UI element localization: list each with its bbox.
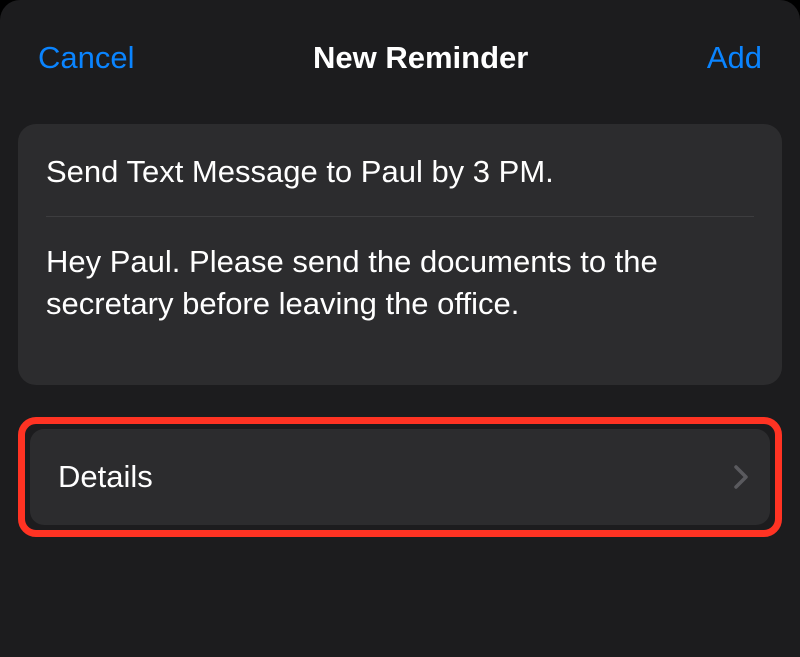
details-label: Details [58, 459, 153, 495]
chevron-right-icon [734, 465, 748, 489]
reminder-title-input[interactable]: Send Text Message to Paul by 3 PM. [46, 152, 754, 216]
new-reminder-sheet: Cancel New Reminder Add Send Text Messag… [0, 0, 800, 657]
nav-bar: Cancel New Reminder Add [0, 6, 800, 100]
details-highlight: Details [18, 417, 782, 537]
page-title: New Reminder [313, 40, 528, 76]
reminder-notes-input[interactable]: Hey Paul. Please send the documents to t… [46, 217, 754, 325]
details-row[interactable]: Details [30, 429, 770, 525]
add-button[interactable]: Add [707, 40, 762, 76]
reminder-card: Send Text Message to Paul by 3 PM. Hey P… [18, 124, 782, 385]
content-area: Send Text Message to Paul by 3 PM. Hey P… [0, 100, 800, 537]
cancel-button[interactable]: Cancel [38, 40, 135, 76]
